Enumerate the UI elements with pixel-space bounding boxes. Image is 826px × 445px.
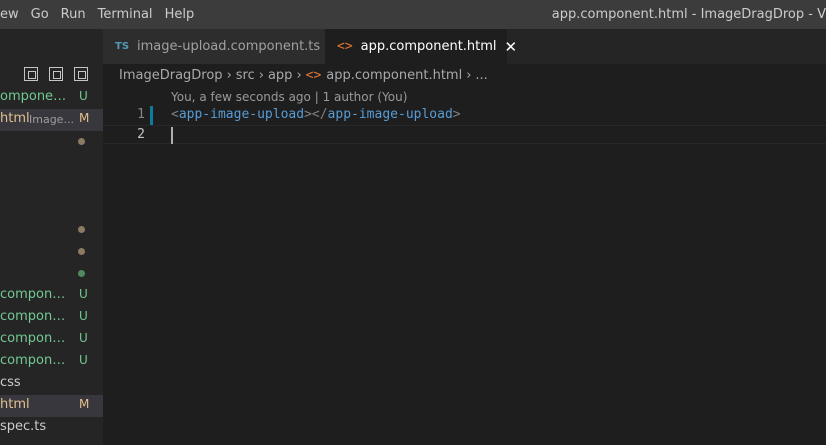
explorer-sidebar: omponent.t...UhtmlImage...Mcomponent...U… (0, 29, 103, 445)
file-tree-item[interactable]: css (0, 373, 103, 395)
file-tree: omponent.t...UhtmlImage...Mcomponent...U… (0, 87, 103, 439)
line-number: 2 (137, 127, 145, 142)
title-bar: ew Go Run Terminal Help app.component.ht… (0, 0, 826, 29)
breadcrumb-app[interactable]: app (268, 68, 292, 83)
line-number: 1 (137, 107, 145, 122)
tab-image-upload-component-ts[interactable]: TS image-upload.component.ts (103, 29, 325, 64)
tab-label: image-upload.component.ts (137, 39, 321, 54)
file-name: component... (0, 353, 72, 368)
file-tree-item[interactable] (0, 219, 103, 241)
git-status-badge: M (79, 397, 90, 411)
git-status-badge: M (79, 111, 90, 125)
new-folder-icon[interactable] (49, 67, 63, 81)
typescript-file-icon: TS (115, 41, 130, 52)
file-name: html (0, 397, 30, 412)
folder-status-dot-icon (78, 138, 85, 145)
code-editor[interactable]: You, a few seconds ago | 1 author (You) … (103, 86, 826, 445)
token-tag: app-image-upload (178, 107, 305, 122)
file-name: omponent.t... (0, 89, 72, 104)
file-tree-item[interactable] (0, 197, 103, 219)
menu-bar: ew Go Run Terminal Help (0, 0, 200, 29)
file-tree-item[interactable]: component... U (0, 329, 103, 351)
file-name: component... (0, 309, 72, 324)
folder-status-dot-icon (78, 226, 85, 233)
token-tag: app-image-upload (327, 107, 453, 122)
git-status-badge: U (79, 353, 88, 367)
file-name: component... (0, 331, 72, 346)
html-file-icon: <> (337, 39, 353, 54)
chevron-right-icon: › (226, 67, 232, 83)
close-tab-icon[interactable]: ✕ (505, 38, 518, 56)
window-title: app.component.html - ImageDragDrop - V (551, 7, 826, 22)
file-tree-item[interactable] (0, 175, 103, 197)
breadcrumb-file[interactable]: app.component.html (326, 68, 462, 83)
breadcrumb-project[interactable]: ImageDragDrop (119, 68, 223, 83)
breadcrumb-more[interactable]: ... (475, 68, 487, 83)
menu-help[interactable]: Help (159, 0, 201, 29)
code-line[interactable]: 1 <app-image-upload></app-image-upload> (103, 106, 826, 125)
file-tree-item[interactable]: component... U (0, 351, 103, 373)
breadcrumb-src[interactable]: src (236, 68, 255, 83)
git-status-badge: U (79, 89, 88, 103)
file-name: component... (0, 287, 72, 302)
file-tree-item[interactable] (0, 153, 103, 175)
menu-view[interactable]: ew (0, 0, 25, 29)
editor-tabs: TS image-upload.component.ts <> app.comp… (103, 29, 826, 64)
file-tree-item[interactable]: component... U (0, 285, 103, 307)
token-bracket: > (452, 107, 461, 122)
breadcrumb: ImageDragDrop › src › app › <> app.compo… (103, 64, 826, 86)
git-status-badge: U (79, 287, 88, 301)
file-tree-item[interactable]: html M (0, 395, 103, 417)
explorer-actions (24, 67, 88, 85)
file-tree-item[interactable] (0, 263, 103, 285)
text-cursor (171, 127, 173, 144)
chevron-right-icon: › (466, 67, 472, 83)
git-change-marker[interactable] (150, 106, 153, 125)
file-name: spec.ts (0, 419, 47, 434)
file-tree-item[interactable]: html Image... M (0, 109, 103, 131)
menu-go[interactable]: Go (25, 0, 55, 29)
chevron-right-icon: › (296, 67, 302, 83)
code-line-current[interactable]: 2 (103, 125, 826, 144)
folder-status-dot-icon (78, 248, 85, 255)
token-bracket: ></ (304, 107, 328, 122)
file-tree-item[interactable]: component... U (0, 307, 103, 329)
folder-status-dot-icon (78, 270, 85, 277)
html-file-icon: <> (305, 67, 322, 83)
token-bracket: < (171, 107, 179, 122)
file-description: Image... (29, 113, 74, 126)
file-name: html (0, 111, 30, 126)
file-tree-item[interactable] (0, 241, 103, 263)
file-name: css (0, 375, 21, 390)
git-status-badge: U (79, 331, 88, 345)
git-blame-codelens[interactable]: You, a few seconds ago | 1 author (You) (171, 90, 407, 104)
file-tree-item[interactable]: omponent.t... U (0, 87, 103, 109)
new-file-icon[interactable] (24, 67, 38, 81)
menu-run[interactable]: Run (55, 0, 92, 29)
chevron-right-icon: › (258, 67, 264, 83)
tab-app-component-html[interactable]: <> app.component.html ✕ (325, 29, 517, 64)
git-status-badge: U (79, 309, 88, 323)
line-content: <app-image-upload></app-image-upload> (171, 107, 461, 122)
file-tree-item[interactable] (0, 131, 103, 153)
tab-label: app.component.html (360, 39, 497, 54)
menu-terminal[interactable]: Terminal (92, 0, 159, 29)
collapse-all-icon[interactable] (74, 67, 88, 81)
file-tree-item[interactable]: spec.ts (0, 417, 103, 439)
